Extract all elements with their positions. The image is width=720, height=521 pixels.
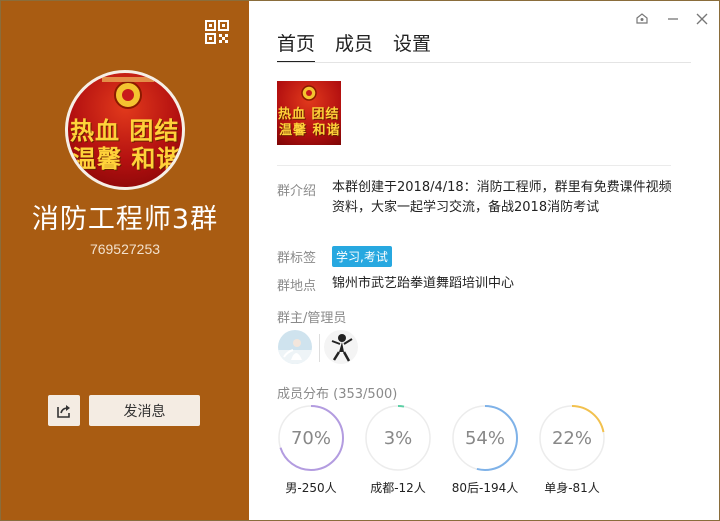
group-name: 消防工程师3群	[31, 204, 219, 235]
tab-home[interactable]: 首页	[277, 29, 316, 63]
minimize-icon	[668, 18, 678, 20]
distribution-ring: 54%	[450, 403, 520, 473]
tab-divider	[277, 62, 691, 63]
share-button[interactable]	[48, 395, 80, 426]
close-icon	[696, 13, 708, 25]
admin-avatar[interactable]	[324, 330, 358, 364]
ring-percent: 54%	[464, 427, 505, 449]
distribution-ring: 70%	[276, 403, 346, 473]
ring-percent: 3%	[383, 427, 413, 449]
intro-label: 群介绍	[277, 184, 317, 199]
group-profile-window: 热血 团结 温馨 和谐 消防工程师3群 769527253 发消息 首页 成员 …	[0, 0, 720, 521]
skin-button[interactable]	[633, 10, 651, 28]
intro-text: 本群创建于2018/4/18：消防工程师，群里有免费课件视频资料，大家一起学习交…	[332, 180, 672, 215]
section-divider	[277, 165, 671, 166]
tag-label: 群标签	[277, 251, 317, 266]
group-photo-thumbnail[interactable]: 热血 团结 温馨 和谐	[277, 81, 341, 145]
owner-avatar[interactable]	[278, 330, 312, 364]
thumb-slogan-bottom: 温馨 和谐	[279, 123, 341, 138]
distribution-title: 成员分布	[277, 387, 330, 402]
distribution-label: 成员分布 (353/500)	[277, 383, 397, 402]
admin-avatar-image	[324, 330, 358, 364]
ring-caption: 单身-81人	[544, 481, 600, 495]
group-id: 769527253	[89, 241, 161, 257]
distribution-ring: 22%	[537, 403, 607, 473]
avatar-slogan-bottom: 温馨 和谐	[72, 145, 182, 173]
skin-icon	[636, 13, 648, 24]
location-label: 群地点	[277, 279, 317, 294]
admin-divider	[319, 334, 320, 362]
send-message-button[interactable]: 发消息	[89, 395, 200, 426]
ring-caption: 男-250人	[285, 481, 337, 495]
distribution-ring: 3%	[363, 403, 433, 473]
owner-avatar-image	[278, 330, 312, 364]
ring-percent: 22%	[551, 427, 592, 449]
tab-settings[interactable]: 设置	[393, 29, 431, 61]
admins-label: 群主/管理员	[277, 311, 347, 326]
distribution-count: (353/500)	[333, 387, 398, 402]
tag-badge[interactable]: 学习,考试	[332, 246, 392, 267]
ring-caption: 80后-194人	[451, 481, 519, 495]
group-sidebar: 热血 团结 温馨 和谐 消防工程师3群 769527253 发消息	[1, 1, 249, 520]
minimize-button[interactable]	[664, 10, 682, 28]
profile-tabs: 首页 成员 设置	[277, 29, 451, 63]
tab-members[interactable]: 成员	[335, 29, 373, 61]
ring-caption: 成都-12人	[370, 481, 426, 495]
ring-percent: 70%	[290, 427, 331, 449]
qr-code-icon[interactable]	[205, 20, 229, 44]
share-icon	[57, 404, 70, 418]
close-button[interactable]	[693, 10, 711, 28]
location-text: 锦州市武艺跆拳道舞蹈培训中心	[332, 276, 515, 291]
group-avatar[interactable]: 热血 团结 温馨 和谐	[65, 70, 185, 190]
